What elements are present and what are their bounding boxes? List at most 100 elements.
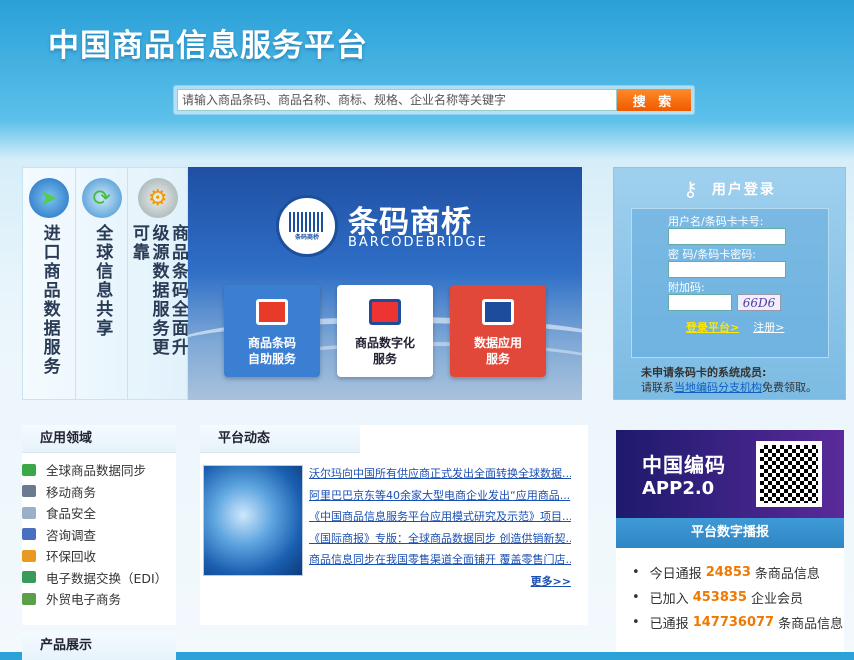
tile-label: 数据应用	[473, 335, 522, 350]
password-field[interactable]	[668, 261, 786, 278]
search-input[interactable]	[177, 89, 617, 111]
category-barcode-upgrade[interactable]: ⚙ 商品条码全面升级源数据服务更可靠	[128, 168, 189, 399]
register-link[interactable]: 注册>	[753, 319, 784, 335]
stat-suffix: 条商品信息	[778, 617, 844, 632]
stat-prefix: 已加入	[649, 592, 689, 607]
app-promo[interactable]: 中国编码 APP2.0	[616, 430, 844, 518]
tile-product-digitization[interactable]: 商品数字化 服务	[337, 285, 433, 377]
qr-code-icon	[756, 441, 822, 507]
login-note: 未申请条码卡的系统成员: 请联系当地编码分支机构免费领取。	[641, 365, 817, 395]
stats-list: 今日通报24853条商品信息已加入453835企业会员已通报147736077条…	[616, 548, 844, 652]
note-suffix: 免费领取。	[762, 381, 817, 394]
field-icon	[22, 549, 36, 562]
news-item-link[interactable]: 《中国商品信息服务平台应用模式研究及示范》项目...	[309, 508, 571, 530]
stat-prefix: 已通报	[649, 617, 689, 632]
field-label: 环保回收	[46, 549, 97, 565]
field-icon	[22, 506, 36, 519]
login-panel: ⚷ 用户登录 用户名/条码卡卡号: 密 码/条码卡密码: 附加码: 66D6 登…	[613, 167, 846, 400]
panel-title: 应用领域	[22, 425, 176, 453]
field-label: 全球商品数据同步	[46, 463, 147, 479]
stat-value: 147736077	[692, 615, 775, 630]
captcha-image[interactable]: 66D6	[737, 294, 781, 311]
news-item-link[interactable]: 阿里巴巴京东等40余家大型电商企业发出“应用商品...	[309, 487, 571, 509]
branch-office-link[interactable]: 当地编码分支机构	[674, 381, 762, 394]
news-item-link[interactable]: 沃尔玛向中国所有供应商正式发出全面转换全球数据...	[309, 465, 571, 487]
tile-label: 自助服务	[247, 351, 296, 366]
login-header: ⚷ 用户登录	[614, 168, 845, 210]
field-icon	[22, 463, 36, 476]
login-form: 用户名/条码卡卡号: 密 码/条码卡密码: 附加码: 66D6 登录平台> 注册…	[631, 208, 829, 358]
globe-network-image	[203, 465, 303, 576]
key-icon: ⚷	[683, 177, 700, 201]
stat-prefix: 今日通报	[649, 567, 702, 582]
tile-label: 服务	[485, 351, 510, 366]
mobile-data-icon	[482, 298, 514, 325]
field-item[interactable]: 环保回收	[22, 545, 176, 567]
tile-label: 商品数字化	[354, 335, 415, 350]
stat-suffix: 条商品信息	[754, 567, 820, 582]
note-title: 未申请条码卡的系统成员:	[641, 366, 767, 379]
barcode-bridge-logo: 条码商桥	[276, 195, 338, 257]
logo-badge-text: 条码商桥	[294, 233, 319, 241]
captcha-field[interactable]	[668, 294, 732, 311]
category-label: 进口商品数据服务	[39, 224, 60, 376]
barcode-terminal-icon	[256, 298, 288, 325]
more-news-link[interactable]: 更多>>	[531, 573, 571, 589]
login-button[interactable]: 登录平台>	[686, 319, 739, 335]
captcha-label: 附加码:	[668, 281, 705, 294]
stat-suffix: 企业会员	[750, 592, 803, 607]
field-icon	[22, 485, 36, 498]
note-prefix: 请联系	[641, 381, 674, 394]
field-item[interactable]: 移动商务	[22, 481, 176, 503]
field-item[interactable]: 外贸电子商务	[22, 588, 176, 610]
barcode-upgrade-icon: ⚙	[137, 178, 178, 218]
global-share-icon: ⟳	[81, 178, 122, 218]
panel-title: 平台动态	[200, 425, 360, 453]
field-item[interactable]: 咨询调查	[22, 524, 176, 546]
field-label: 移动商务	[46, 484, 97, 500]
field-label: 电子数据交换（EDI）	[46, 570, 168, 586]
camera-icon	[369, 298, 401, 325]
login-title: 用户登录	[711, 182, 776, 198]
tile-label: 商品条码	[247, 335, 296, 350]
field-label: 咨询调查	[46, 527, 97, 543]
stat-item: 已加入453835企业会员	[632, 585, 844, 610]
username-label: 用户名/条码卡卡号:	[668, 215, 764, 228]
stat-item: 今日通报24853条商品信息	[632, 560, 844, 585]
app-version: APP2.0	[642, 478, 715, 499]
field-item[interactable]: 全球商品数据同步	[22, 459, 176, 481]
news-item-link[interactable]: 商品信息同步在我国零售渠道全面铺开 覆盖零售门店...	[309, 551, 571, 573]
field-label: 外贸电子商务	[46, 592, 122, 608]
tile-data-application[interactable]: 数据应用 服务	[450, 285, 546, 377]
field-item[interactable]: 电子数据交换（EDI）	[22, 567, 176, 589]
search-button[interactable]: 搜 索	[617, 89, 691, 111]
category-label: 全球信息共享	[92, 224, 113, 338]
brand-name-en: BARCODEBRIDGE	[348, 235, 488, 250]
tile-barcode-self-service[interactable]: 商品条码 自助服务	[224, 285, 320, 377]
app-title: 中国编码	[642, 453, 726, 477]
platform-news-panel: 平台动态 沃尔玛向中国所有供应商正式发出全面转换全球数据... 阿里巴巴京东等40…	[200, 425, 588, 625]
field-icon	[22, 592, 36, 605]
stats-title: 平台数字播报	[616, 518, 844, 548]
application-fields-panel: 应用领域 全球商品数据同步 移动商务食品安全咨询调查环保回收电子数据交换（EDI）…	[22, 425, 176, 625]
category-import-data[interactable]: ➤ 进口商品数据服务	[23, 168, 76, 399]
stat-value: 24853	[705, 565, 751, 580]
category-label: 商品条码全面升级源数据服务更可靠	[128, 224, 189, 357]
import-globe-icon: ➤	[28, 178, 69, 218]
barcode-icon	[289, 211, 325, 232]
search-bar: 搜 索	[173, 85, 695, 115]
password-label: 密 码/条码卡密码:	[668, 248, 756, 261]
stat-value: 453835	[692, 590, 747, 605]
stat-item: 已通报147736077条商品信息	[632, 610, 844, 635]
field-icon	[22, 528, 36, 541]
category-global-share[interactable]: ⟳ 全球信息共享	[76, 168, 129, 399]
news-item-link[interactable]: 《国际商报》专版：全球商品数据同步 创造供销新契...	[309, 530, 571, 552]
site-title: 中国商品信息服务平台	[48, 28, 368, 64]
category-panel: ➤ 进口商品数据服务 ⟳ 全球信息共享 ⚙ 商品条码全面升级源数据服务更可靠	[22, 167, 188, 400]
barcode-bridge-banner[interactable]: 条码商桥 条码商桥 BARCODEBRIDGE 商品条码 自助服务 商品数字化 …	[188, 167, 582, 400]
tile-label: 服务	[372, 351, 397, 366]
field-label: 食品安全	[46, 506, 97, 522]
product-showcase-title: 产品展示	[22, 632, 176, 660]
field-item[interactable]: 食品安全	[22, 502, 176, 524]
username-field[interactable]	[668, 228, 786, 245]
